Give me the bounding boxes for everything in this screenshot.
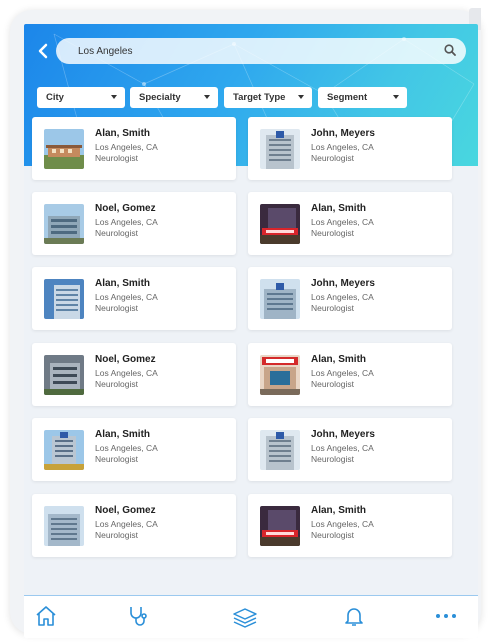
doctor-card[interactable]: Noel, Gomez Los Angeles, CA Neurologist [32, 343, 236, 406]
filter-target-type[interactable]: Target Type [224, 87, 312, 108]
app-screen: Los Angeles City Specialty Target Type S… [24, 24, 478, 638]
doctor-specialty: Neurologist [311, 379, 354, 389]
hospital-photo [260, 430, 300, 470]
bottom-tab-bar [24, 595, 478, 638]
search-value: Los Angeles [78, 45, 133, 57]
doctor-location: Los Angeles, CA [95, 519, 158, 529]
doctor-card[interactable]: Alan, Smith Los Angeles, CA Neurologist [248, 343, 452, 406]
doctor-name: John, Meyers [311, 429, 375, 440]
tab-doctors[interactable] [126, 604, 150, 628]
stethoscope-icon [130, 607, 147, 626]
filter-label: Specialty [139, 92, 181, 103]
doctor-specialty: Neurologist [311, 153, 354, 163]
filter-segment[interactable]: Segment [318, 87, 407, 108]
doctor-location: Los Angeles, CA [311, 292, 374, 302]
doctor-name: Alan, Smith [95, 429, 151, 440]
doctor-name: Alan, Smith [95, 278, 151, 289]
filter-label: Segment [327, 92, 368, 103]
doctor-card[interactable]: Alan, Smith Los Angeles, CA Neurologist [32, 418, 236, 481]
doctor-name: Alan, Smith [95, 128, 151, 139]
doctor-location: Los Angeles, CA [311, 368, 374, 378]
hospital-photo [260, 506, 300, 546]
caret-down-icon [204, 95, 210, 99]
hospital-photo [260, 355, 300, 395]
doctor-specialty: Neurologist [95, 303, 138, 313]
doctor-location: Los Angeles, CA [311, 142, 374, 152]
hospital-photo [44, 279, 84, 319]
hospital-photo [44, 506, 84, 546]
doctor-card[interactable]: Alan, Smith Los Angeles, CA Neurologist [248, 192, 452, 255]
hospital-photo [44, 129, 84, 169]
back-button[interactable] [32, 38, 54, 64]
doctor-card[interactable]: Noel, Gomez Los Angeles, CA Neurologist [32, 494, 236, 557]
search-icon[interactable] [444, 44, 456, 56]
doctor-specialty: Neurologist [311, 303, 354, 313]
doctor-card[interactable]: John, Meyers Los Angeles, CA Neurologist [248, 418, 452, 481]
doctor-name: John, Meyers [311, 128, 375, 139]
doctor-card[interactable]: Alan, Smith Los Angeles, CA Neurologist [32, 117, 236, 180]
doctor-specialty: Neurologist [311, 228, 354, 238]
hospital-photo [44, 204, 84, 244]
tab-notifications[interactable] [342, 604, 366, 628]
hospital-photo [260, 279, 300, 319]
doctor-specialty: Neurologist [95, 228, 138, 238]
tab-library[interactable] [232, 604, 257, 628]
tablet-frame: Los Angeles City Specialty Target Type S… [10, 8, 481, 638]
tab-more[interactable] [434, 604, 458, 628]
more-icon [436, 614, 456, 618]
doctor-location: Los Angeles, CA [95, 142, 158, 152]
filter-label: City [46, 92, 64, 103]
doctor-location: Los Angeles, CA [95, 217, 158, 227]
doctor-specialty: Neurologist [311, 530, 354, 540]
doctor-name: John, Meyers [311, 278, 375, 289]
doctor-name: Noel, Gomez [95, 354, 156, 365]
doctor-name: Alan, Smith [311, 354, 367, 365]
doctor-location: Los Angeles, CA [95, 443, 158, 453]
doctor-location: Los Angeles, CA [311, 217, 374, 227]
doctor-name: Noel, Gomez [95, 505, 156, 516]
filter-specialty[interactable]: Specialty [130, 87, 218, 108]
caret-down-icon [298, 95, 304, 99]
tab-home[interactable] [34, 604, 58, 628]
doctor-card[interactable]: Alan, Smith Los Angeles, CA Neurologist [32, 267, 236, 330]
doctor-card[interactable]: Alan, Smith Los Angeles, CA Neurologist [248, 494, 452, 557]
doctor-specialty: Neurologist [95, 153, 138, 163]
bell-icon [345, 608, 363, 626]
filter-label: Target Type [233, 92, 286, 103]
doctor-specialty: Neurologist [95, 379, 138, 389]
doctor-name: Alan, Smith [311, 203, 367, 214]
hospital-photo [44, 355, 84, 395]
doctor-location: Los Angeles, CA [311, 519, 374, 529]
hospital-photo [44, 430, 84, 470]
hospital-photo [260, 204, 300, 244]
doctor-specialty: Neurologist [311, 454, 354, 464]
hospital-photo [260, 129, 300, 169]
caret-down-icon [111, 95, 117, 99]
doctor-name: Alan, Smith [311, 505, 367, 516]
doctor-specialty: Neurologist [95, 530, 138, 540]
doctor-location: Los Angeles, CA [311, 443, 374, 453]
chevron-left-icon [38, 43, 48, 59]
doctor-card[interactable]: Noel, Gomez Los Angeles, CA Neurologist [32, 192, 236, 255]
doctor-location: Los Angeles, CA [95, 368, 158, 378]
filter-city[interactable]: City [37, 87, 125, 108]
home-icon [36, 606, 56, 626]
search-input[interactable]: Los Angeles [56, 38, 466, 64]
doctor-card[interactable]: John, Meyers Los Angeles, CA Neurologist [248, 117, 452, 180]
doctor-location: Los Angeles, CA [95, 292, 158, 302]
doctor-card[interactable]: John, Meyers Los Angeles, CA Neurologist [248, 267, 452, 330]
doctor-name: Noel, Gomez [95, 203, 156, 214]
books-icon [233, 608, 257, 628]
search-row: Los Angeles [32, 38, 466, 64]
caret-down-icon [393, 95, 399, 99]
doctor-specialty: Neurologist [95, 454, 138, 464]
